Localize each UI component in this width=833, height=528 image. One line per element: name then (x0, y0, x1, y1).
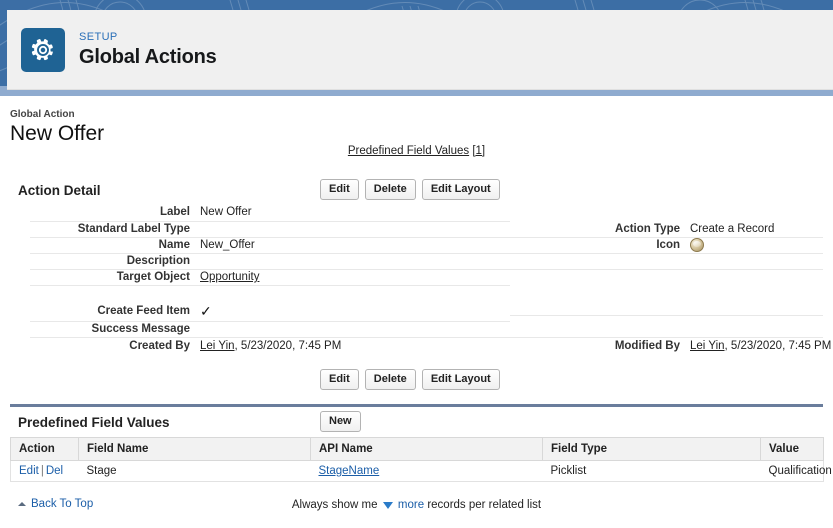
detail-row: Name New_Offer Icon (10, 237, 823, 253)
row-divider (510, 315, 823, 316)
field-label-modified-by: Modified By (614, 340, 680, 352)
checkmark-icon: ✓ (200, 303, 212, 319)
new-button[interactable]: New (320, 411, 361, 432)
records-per-list-control: Always show me more records per related … (0, 499, 833, 511)
predefined-field-values-count-link[interactable]: [1] (472, 145, 485, 157)
edit-button-top[interactable]: Edit (320, 179, 359, 200)
row-edit-link[interactable]: Edit (19, 465, 39, 477)
more-records-link[interactable]: more (398, 499, 424, 511)
field-label-created-by: Created By (129, 340, 190, 352)
modified-by-date: , 5/23/2020, 7:45 PM (724, 340, 832, 352)
related-links-bar: Predefined Field Values [1] (0, 145, 833, 157)
related-list-buttons: New (320, 411, 361, 432)
link-predefined-field-values[interactable]: Predefined Field Values (348, 145, 469, 157)
field-label-target-object: Target Object (116, 271, 190, 283)
setup-page: SETUP Global Actions Global Action New O… (0, 0, 833, 528)
field-value-success-message (200, 321, 500, 337)
action-detail-section: Action Detail Edit Delete Edit Layout La… (10, 176, 831, 390)
modified-by-user-link[interactable]: Lei Yin (690, 340, 725, 352)
field-value-target-object: Opportunity (200, 269, 500, 285)
action-detail-fields: Label New Offer Standard Label Type Acti… (10, 204, 831, 355)
edit-layout-button-top[interactable]: Edit Layout (421, 179, 500, 200)
detail-row: Success Message (10, 321, 823, 337)
action-detail-buttons-top: Edit Delete Edit Layout (320, 179, 500, 200)
detail-row: Description (10, 253, 823, 269)
predefined-field-values-section: Predefined Field Values New Action Field… (10, 404, 832, 482)
field-value-label: New Offer (200, 206, 252, 218)
detail-row: Created By Lei Yin, 5/23/2020, 7:45 PM M… (10, 337, 831, 355)
row-divider (30, 285, 510, 286)
field-value-description (200, 253, 500, 269)
column-header-field-type[interactable]: Field Type (542, 437, 761, 461)
cell-api-name: StageName (310, 460, 543, 482)
column-header-api-name[interactable]: API Name (310, 437, 543, 461)
record-header: Global Action New Offer (10, 108, 104, 147)
created-by-date: , 5/23/2020, 7:45 PM (234, 340, 342, 352)
always-show-prefix: Always show me (291, 499, 378, 511)
field-value-created-by: Lei Yin, 5/23/2020, 7:45 PM (200, 337, 500, 355)
target-object-link[interactable]: Opportunity (200, 271, 259, 283)
detail-row: Standard Label Type Action Type Create a… (10, 221, 823, 237)
predefined-field-values-table: Action Field Name API Name Field Type Va… (10, 437, 832, 482)
field-value-standard-label-type (200, 221, 500, 237)
field-value-action-type: Create a Record (690, 223, 775, 235)
record-object-label: Global Action (10, 109, 75, 120)
action-detail-header: Action Detail Edit Delete Edit Layout (10, 176, 823, 204)
page-title: Global Actions (79, 45, 217, 68)
field-label-create-feed-item: Create Feed Item (97, 305, 190, 317)
created-by-user-link[interactable]: Lei Yin (200, 340, 235, 352)
table-header-row: Action Field Name API Name Field Type Va… (10, 437, 824, 461)
field-label-action-type: Action Type (615, 223, 680, 235)
row-delete-link[interactable]: Del (46, 465, 63, 477)
setup-eyebrow: SETUP (79, 30, 118, 43)
detail-row: Target Object Opportunity (10, 269, 823, 285)
record-title: New Offer (10, 122, 105, 145)
action-separator: | (40, 465, 44, 477)
triangle-down-icon[interactable] (382, 502, 393, 509)
action-detail-buttons-bottom: Edit Delete Edit Layout (320, 369, 833, 390)
cell-field-type: Picklist (542, 460, 761, 482)
action-detail-title: Action Detail (18, 182, 101, 198)
gear-icon (21, 27, 65, 72)
field-label-label: Label (159, 206, 190, 218)
detail-row: Label New Offer (10, 204, 823, 221)
field-label-icon: Icon (656, 239, 680, 251)
field-label-success-message: Success Message (91, 323, 190, 335)
setup-header-texts: SETUP Global Actions (79, 30, 217, 70)
column-header-value[interactable]: Value (760, 437, 824, 461)
edit-button-bottom[interactable]: Edit (320, 369, 359, 390)
detail-row: Create Feed Item ✓ (10, 301, 823, 321)
api-name-link[interactable]: StageName (319, 465, 380, 477)
predefined-field-values-count: [1] (469, 145, 485, 157)
field-label-description: Description (126, 255, 190, 267)
cell-action: Edit | Del (10, 460, 79, 482)
edit-layout-button-bottom[interactable]: Edit Layout (421, 369, 500, 390)
detail-spacer (10, 285, 823, 301)
field-value-name: New_Offer (200, 239, 255, 251)
cell-field-name: Stage (78, 460, 311, 482)
always-show-suffix: records per related list (427, 499, 542, 511)
column-header-field-name[interactable]: Field Name (78, 437, 311, 461)
setup-header-card: SETUP Global Actions (7, 10, 833, 90)
delete-button-top[interactable]: Delete (364, 179, 416, 200)
field-label-standard-label-type: Standard Label Type (77, 223, 190, 235)
related-list-title: Predefined Field Values (18, 414, 170, 430)
related-list-header: Predefined Field Values New (10, 407, 823, 437)
field-value-icon (690, 237, 833, 253)
field-value-modified-by: Lei Yin, 5/23/2020, 7:45 PM (690, 337, 833, 355)
field-label-name: Name (158, 239, 190, 251)
record-icon-swatch (690, 238, 704, 252)
delete-button-bottom[interactable]: Delete (364, 369, 416, 390)
field-value-create-feed-item: ✓ (200, 301, 500, 321)
cell-value: Qualification (760, 460, 832, 482)
table-row: Edit | Del Stage StageName Picklist Qualif… (10, 460, 832, 482)
column-header-action[interactable]: Action (10, 437, 79, 461)
